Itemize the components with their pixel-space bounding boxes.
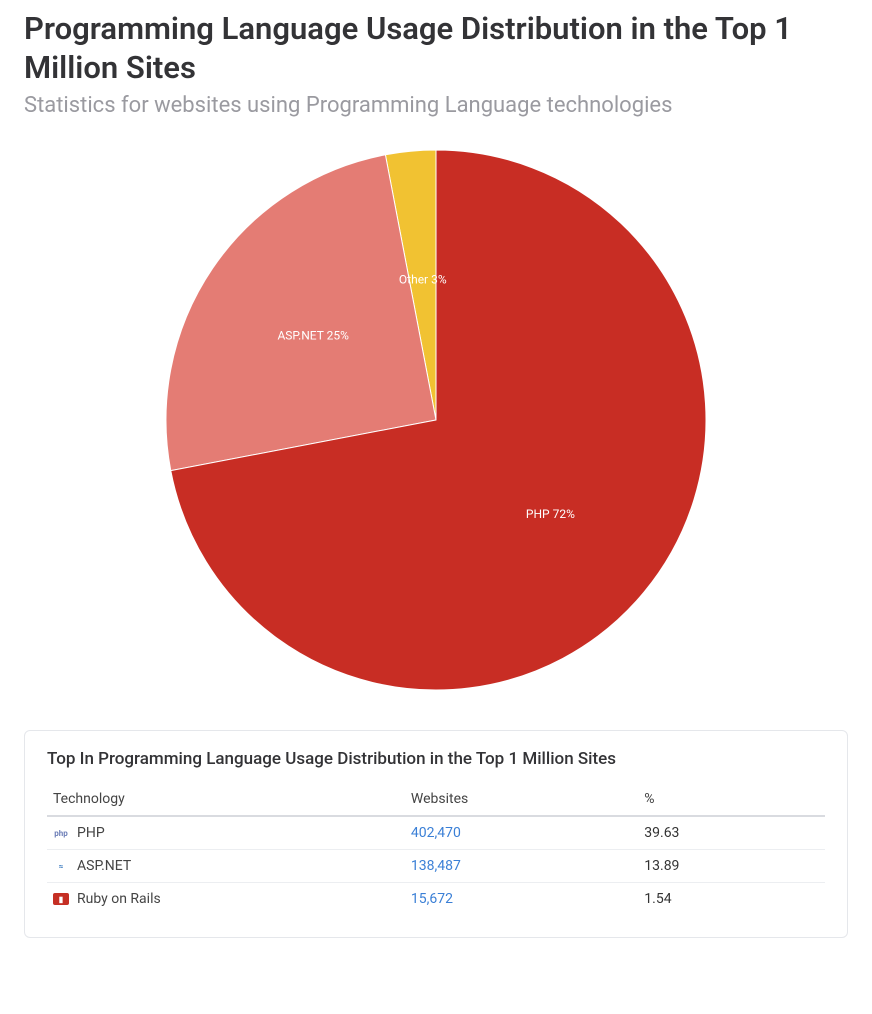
page-title: Programming Language Usage Distribution …: [24, 10, 848, 88]
stats-panel: Top In Programming Language Usage Distri…: [24, 730, 848, 938]
panel-title: Top In Programming Language Usage Distri…: [47, 749, 825, 769]
col-header-websites: Websites: [405, 783, 638, 816]
stats-table: Technology Websites % php PHP 402,470 39.63…: [47, 783, 825, 915]
pie-label-asp-net: ASP.NET 25%: [277, 329, 349, 343]
pie-chart-container: Other 3% ASP.NET 25% PHP 72%: [24, 140, 848, 700]
websites-link[interactable]: 402,470: [411, 825, 461, 841]
tech-name: PHP: [77, 825, 105, 841]
pie-chart: Other 3% ASP.NET 25% PHP 72%: [156, 140, 716, 700]
aspnet-icon: ≈: [53, 860, 69, 872]
stats-table-body: php PHP 402,470 39.63 ≈ ASP.NET 138,487 13.89 ▮ R…: [47, 816, 825, 915]
pie-label-php: PHP 72%: [526, 507, 575, 521]
percent-cell: 1.54: [638, 883, 825, 916]
table-row: php PHP 402,470 39.63: [47, 816, 825, 850]
pie-label-other: Other 3%: [399, 272, 447, 286]
col-header-percent: %: [638, 783, 825, 816]
tech-name: ASP.NET: [77, 858, 131, 874]
col-header-technology: Technology: [47, 783, 405, 816]
websites-link[interactable]: 138,487: [411, 858, 461, 874]
table-row: ≈ ASP.NET 138,487 13.89: [47, 850, 825, 883]
tech-name: Ruby on Rails: [77, 891, 161, 907]
websites-link[interactable]: 15,672: [411, 891, 453, 907]
percent-cell: 39.63: [638, 816, 825, 850]
percent-cell: 13.89: [638, 850, 825, 883]
php-icon: php: [53, 827, 69, 839]
ror-icon: ▮: [53, 893, 69, 905]
page-subtitle: Statistics for websites using Programmin…: [24, 92, 848, 121]
table-row: ▮ Ruby on Rails 15,672 1.54: [47, 883, 825, 916]
